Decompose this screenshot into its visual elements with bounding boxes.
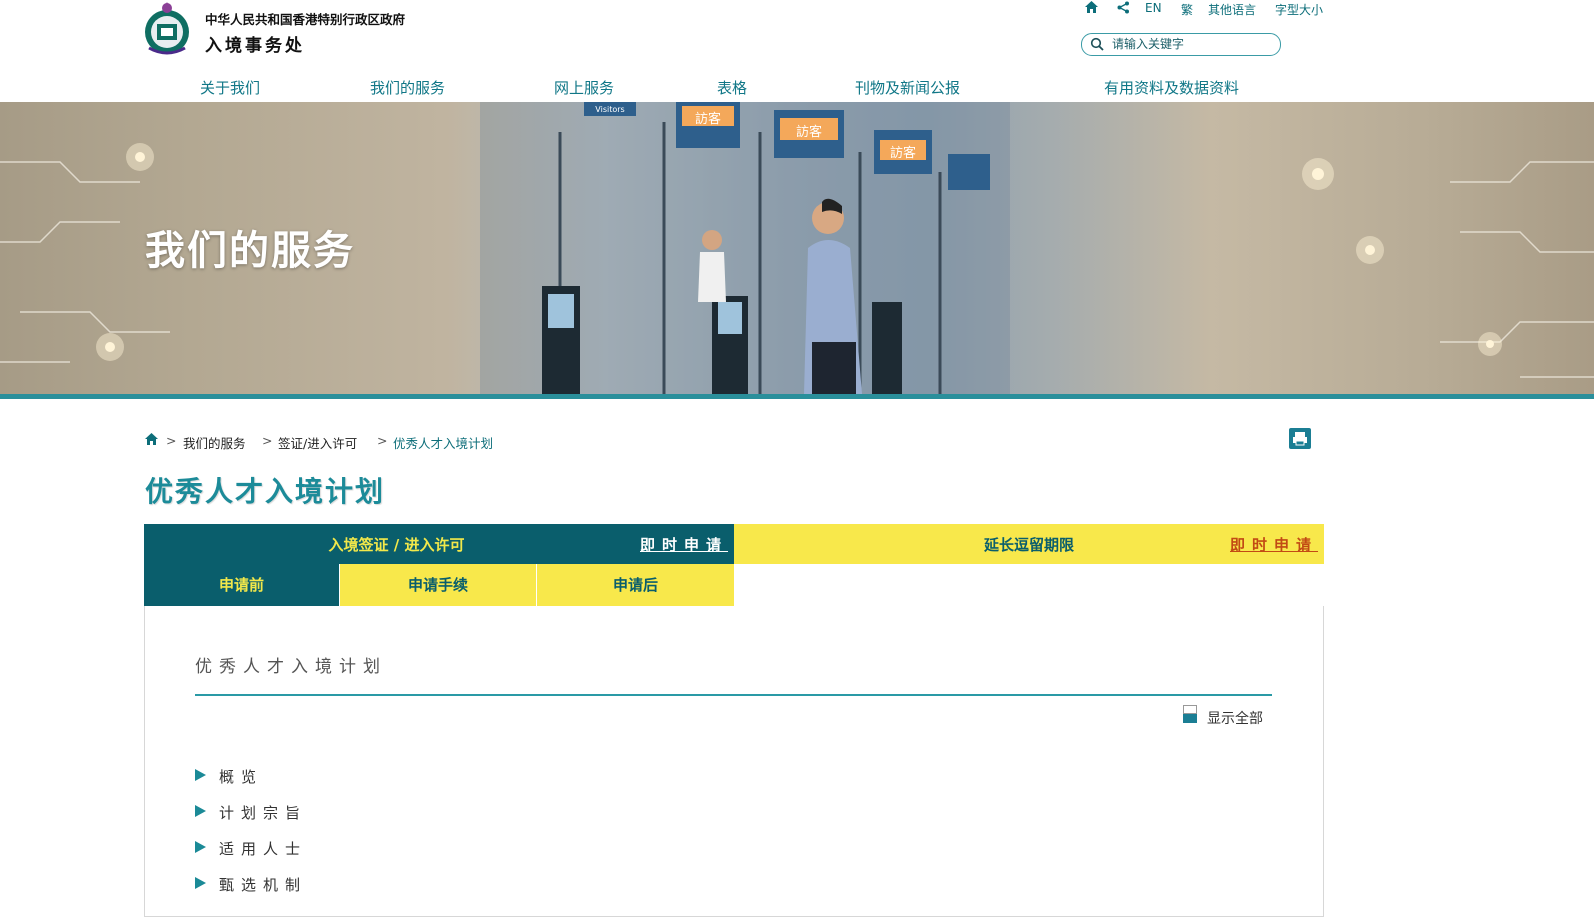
visitor-sign-4: Visitors: [595, 105, 624, 114]
breadcrumb-home-icon[interactable]: [144, 432, 159, 446]
share-icon[interactable]: [1117, 1, 1130, 14]
tab-entry-visa-permit-label: 入境签证 / 进入许可: [328, 536, 465, 554]
nav-online-services[interactable]: 网上服务: [554, 77, 614, 98]
subtab-application-procedure[interactable]: 申请手续: [340, 564, 536, 606]
subtab-after-application[interactable]: 申请后: [537, 564, 734, 606]
visitor-sign-3: 訪客: [890, 145, 916, 161]
search-box[interactable]: [1081, 33, 1281, 56]
accordion-label: 计划宗旨: [219, 804, 308, 822]
search-icon[interactable]: [1090, 37, 1104, 51]
expand-arrow-icon: [195, 769, 206, 781]
nav-our-services[interactable]: 我们的服务: [370, 77, 445, 98]
tab-entry-visa-permit[interactable]: 入境签证 / 进入许可 即时申请: [144, 524, 734, 564]
expand-arrow-icon: [195, 841, 206, 853]
breadcrumb-separator: >: [262, 433, 273, 448]
print-button[interactable]: [1289, 428, 1311, 449]
other-languages-link[interactable]: 其他语言: [1208, 1, 1256, 18]
banner-divider: [0, 394, 1594, 399]
expand-arrow-icon: [195, 877, 206, 889]
expand-arrow-icon: [195, 805, 206, 817]
department-name[interactable]: 入境事务处: [205, 31, 305, 56]
accordion-label: 适用人士: [219, 840, 308, 858]
immd-logo: [145, 2, 189, 55]
visitor-sign-2: 訪客: [796, 124, 822, 140]
apply-now-extension-link[interactable]: 即时申请: [1230, 534, 1318, 555]
breadcrumb-our-services[interactable]: 我们的服务: [183, 433, 246, 452]
accordion-label: 甄选机制: [219, 876, 308, 894]
font-size-link[interactable]: 字型大小: [1275, 1, 1323, 18]
home-icon[interactable]: [1084, 0, 1099, 14]
subtab-before-application[interactable]: 申请前: [144, 564, 339, 606]
breadcrumb-separator: >: [377, 433, 388, 448]
breadcrumb-separator: >: [166, 433, 177, 448]
visitor-sign-1: 訪客: [695, 111, 721, 127]
expand-all-icon: [1183, 705, 1197, 723]
government-name: 中华人民共和国香港特别行政区政府: [205, 12, 406, 27]
nav-forms[interactable]: 表格: [717, 77, 747, 98]
accordion-label: 概览: [219, 768, 264, 786]
tab-extension-of-stay[interactable]: 延长逗留期限 即时申请: [734, 524, 1324, 564]
print-icon: [1293, 432, 1307, 446]
nav-publications-press[interactable]: 刊物及新闻公报: [855, 77, 960, 98]
show-all-label: 显示全部: [1207, 711, 1263, 727]
breadcrumb-visas-permits[interactable]: 签证/进入许可: [278, 433, 357, 452]
section-divider: [195, 694, 1272, 696]
banner-title: 我们的服务: [145, 228, 355, 274]
page-title: 优秀人才入境计划: [145, 475, 386, 508]
language-en-link[interactable]: EN: [1145, 1, 1162, 15]
nav-useful-information[interactable]: 有用资料及数据资料: [1104, 77, 1239, 98]
hero-banner: 訪客 訪客 訪客 Visitors 我们的服务: [0, 102, 1594, 394]
language-traditional-link[interactable]: 繁: [1181, 1, 1193, 18]
search-input[interactable]: [1112, 36, 1272, 52]
breadcrumb-current: 优秀人才入境计划: [393, 436, 494, 451]
section-title: 优秀人才入境计划: [195, 657, 387, 677]
nav-about-us[interactable]: 关于我们: [200, 77, 260, 98]
apply-now-link[interactable]: 即时申请: [640, 534, 728, 555]
